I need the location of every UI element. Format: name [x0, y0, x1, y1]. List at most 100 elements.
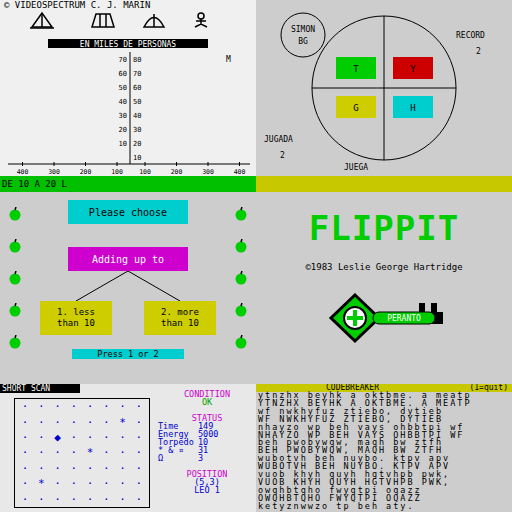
position-value: (5,3) [158, 478, 256, 486]
codebreaker-panel: CODEBREAKER(1=quit)ytnzhx beyhk a oktbme… [256, 384, 512, 512]
scan-cell: · [115, 477, 130, 490]
scan-cell: · [50, 446, 65, 459]
apple-icon [8, 303, 22, 317]
scan-cell: · [131, 462, 146, 475]
x-tick: 200 [80, 162, 92, 176]
scan-cell: · [115, 462, 130, 475]
svg-text:400: 400 [17, 168, 29, 176]
y-tick-right: 30 [133, 126, 141, 134]
code-line: wf nwkhyfuz ztiebo, dytieb [256, 408, 512, 416]
svg-text:H: H [410, 103, 415, 113]
y-tick-right: 60 [133, 84, 141, 92]
code-line: BEH PWOBYWQW, MAQH BW ZTFH [256, 447, 512, 455]
codebreaker-header: CODEBREAKER(1=quit) [256, 384, 512, 392]
scan-cell: · [50, 493, 65, 506]
option-box[interactable]: 2. morethan 10 [144, 301, 216, 335]
census-panel: © VIDEOSPECTRUM C. J. MARINEN MILES DE P… [0, 0, 256, 176]
code-line: vuob khyh quyh hgtvhpb pwk, [256, 471, 512, 479]
svg-text:200: 200 [80, 168, 92, 176]
scan-cell: * [115, 416, 130, 429]
color-pad[interactable]: G [336, 96, 376, 118]
condition-value: OK [158, 398, 256, 406]
apple-icon [234, 303, 248, 317]
scan-cell: · [99, 477, 114, 490]
scan-cell: · [99, 446, 114, 459]
y-tick-right: 10 [133, 154, 141, 162]
color-pad[interactable]: T [336, 57, 376, 79]
credit: ©1983 Leslie George Hartridge [305, 262, 462, 273]
scan-cell: · [83, 431, 98, 444]
scan-row: ········ [17, 493, 147, 506]
y-tick-left: 50 [119, 84, 127, 92]
scan-cell: · [99, 400, 114, 413]
x-tick: 300 [202, 162, 214, 176]
svg-text:T: T [353, 64, 359, 74]
svg-text:200: 200 [171, 168, 183, 176]
option-box[interactable]: 1. lessthan 10 [40, 301, 112, 335]
color-pad[interactable]: Y [393, 57, 433, 79]
scan-cell: · [99, 431, 114, 444]
code-line: NHAYZO WP BEH VAYS OHBBTPI WF [256, 432, 512, 440]
scan-cell: · [34, 446, 49, 459]
code-line: owqhbtqho fwyqtpi oqazz [256, 487, 512, 495]
dome-icon [144, 14, 164, 27]
stat-row: * & ¤31 [158, 446, 256, 454]
chart-title: EN MILES DE PERSONAS [80, 40, 177, 49]
census-chart: © VIDEOSPECTRUM C. J. MARINEN MILES DE P… [0, 0, 256, 176]
scan-cell: · [131, 416, 146, 429]
scan-cell: · [115, 431, 130, 444]
yellow-bar [256, 176, 512, 192]
apple-icon [8, 207, 22, 221]
scan-cell: · [66, 431, 81, 444]
scan-cell: ◆ [50, 431, 65, 444]
scan-cell: · [131, 493, 146, 506]
scan-cell: · [66, 446, 81, 459]
apple-column [226, 192, 256, 384]
status-label: STATUS [158, 414, 256, 422]
scan-cell: · [99, 493, 114, 506]
scan-cell: · [18, 416, 33, 429]
scan-cell: · [99, 416, 114, 429]
scan-cell: · [34, 493, 49, 506]
x-axis [8, 164, 250, 165]
hint-bar: Press 1 or 2 [72, 349, 184, 359]
turn-value: 2 [280, 151, 285, 160]
y-tick-right: 70 [133, 70, 141, 78]
badge-ring [281, 13, 325, 57]
person-icon [195, 13, 207, 27]
scan-row: ····*··· [17, 446, 147, 459]
range-bar: DE 10 A 20 L [0, 176, 256, 192]
color-pad[interactable]: H [393, 96, 433, 118]
y-tick-right: 80 [133, 56, 141, 64]
badge-text: BG [298, 37, 308, 46]
scan-cell: · [83, 462, 98, 475]
scan-cell: · [131, 431, 146, 444]
svg-text:100: 100 [111, 168, 123, 176]
apple-icon [234, 335, 248, 349]
stat-row: Torpedo10 [158, 438, 256, 446]
key-logo-icon: PERANTO [319, 293, 449, 345]
stat-row: Energy5000 [158, 430, 256, 438]
scan-cell: · [115, 493, 130, 506]
publisher: PERANTO [387, 314, 421, 323]
x-tick: 100 [111, 162, 123, 176]
branch-lines [30, 271, 226, 301]
apple-icon [8, 335, 22, 349]
y-tick-left: 70 [119, 56, 127, 64]
x-tick: 100 [139, 162, 151, 176]
code-line: WF NWKHYFUZ ZTIEBO, DYTIEB [256, 416, 512, 424]
scan-cell: · [99, 462, 114, 475]
apple-icon [234, 271, 248, 285]
y-tick-right: 50 [133, 98, 141, 106]
flippit-panel: FLIPPIT ©1983 Leslie George Hartridge PERA… [256, 192, 512, 384]
question-box: Adding up to [68, 247, 188, 271]
game-title: FLIPPIT [309, 208, 459, 248]
code-line: OWQHBTQHO FWYQTPI OQAZZ [256, 495, 512, 503]
board-ring [312, 16, 456, 160]
scan-cell: * [83, 446, 98, 459]
scan-cell: · [50, 477, 65, 490]
record-value: 2 [476, 47, 481, 56]
scan-cell: · [83, 400, 98, 413]
scan-cell: · [34, 400, 49, 413]
scan-cell: · [18, 400, 33, 413]
